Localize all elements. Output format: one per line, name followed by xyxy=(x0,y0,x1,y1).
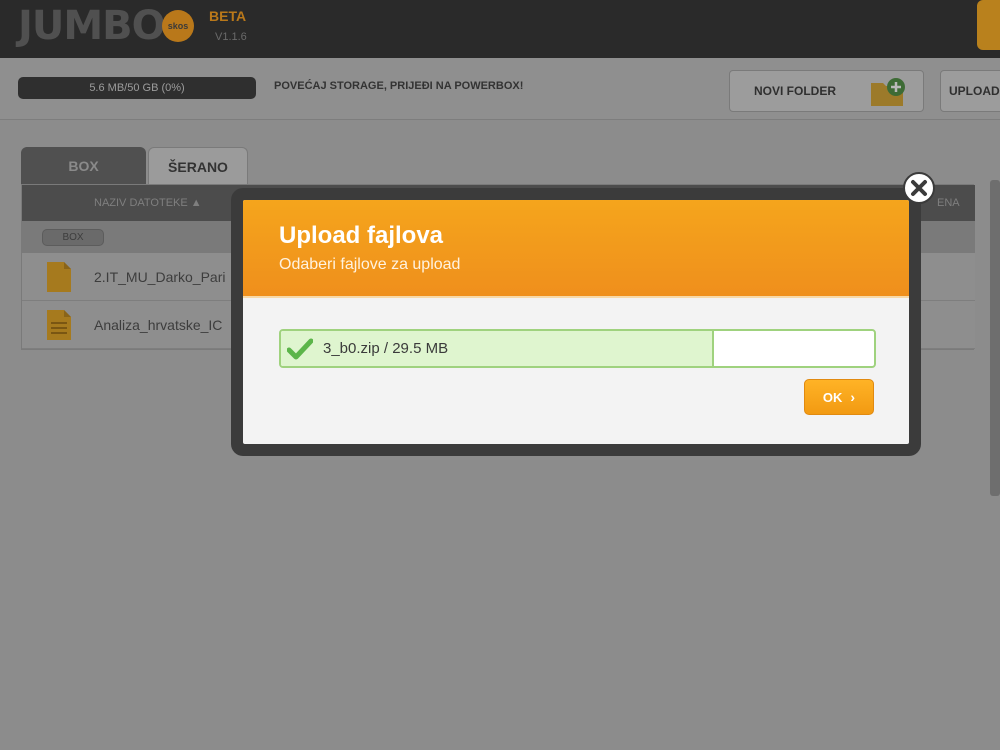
ok-button-label: OK xyxy=(822,389,843,405)
ok-button[interactable]: OK › xyxy=(804,379,874,415)
toolbar: 5.6 MB/50 GB (0%) POVEĆAJ STORAGE, PRIJE… xyxy=(0,58,1000,120)
logo-badge: skos xyxy=(162,10,194,42)
dialog-header: Upload fajlova Odaberi fajlove za upload xyxy=(243,200,909,298)
upgrade-promo-link[interactable]: POVEĆAJ STORAGE, PRIJEĐI NA POWERBOX! xyxy=(274,80,523,92)
tab-box[interactable]: BOX xyxy=(21,147,146,185)
version-label: V1.1.6 xyxy=(215,31,247,43)
column-header-name[interactable]: NAZIV DATOTEKE ▲ xyxy=(94,197,202,209)
storage-usage-text: 5.6 MB/50 GB (0%) xyxy=(89,82,185,94)
tab-bar: BOX ŠERANO xyxy=(21,147,248,185)
tab-serano[interactable]: ŠERANO xyxy=(148,147,248,185)
top-bar: JUMBO skos BETA V1.1.6 xyxy=(0,0,1000,58)
upload-progress-bar: 3_b0.zip / 29.5 MB xyxy=(279,329,876,368)
top-right-button[interactable] xyxy=(977,0,1000,50)
logo[interactable]: JUMBO skos xyxy=(18,3,194,49)
column-header-right[interactable]: ENA xyxy=(937,197,960,209)
new-folder-label: NOVI FOLDER xyxy=(754,84,837,98)
beta-label: BETA xyxy=(209,8,247,24)
file-icon xyxy=(47,262,71,292)
upload-button[interactable]: UPLOAD xyxy=(940,70,1000,112)
close-icon[interactable] xyxy=(902,171,936,205)
file-name: Analiza_hrvatske_IC xyxy=(94,317,223,333)
logo-text: JUMBO xyxy=(18,3,166,49)
upload-dialog: Upload fajlova Odaberi fajlove za upload… xyxy=(243,200,909,444)
dialog-subtitle: Odaberi fajlove za upload xyxy=(279,256,461,273)
file-name: 2.IT_MU_Darko_Pari xyxy=(94,269,226,285)
scrollbar[interactable] xyxy=(990,180,1000,496)
dialog-title: Upload fajlova xyxy=(279,222,444,249)
upload-file-label: 3_b0.zip / 29.5 MB xyxy=(323,340,449,357)
folder-add-icon xyxy=(871,78,905,106)
storage-usage-bar: 5.6 MB/50 GB (0%) xyxy=(18,77,256,99)
file-icon xyxy=(47,310,71,340)
upload-label: UPLOAD xyxy=(949,84,1000,98)
check-icon xyxy=(287,338,313,360)
breadcrumb-box[interactable]: BOX xyxy=(42,229,104,246)
chevron-right-icon: › xyxy=(850,389,856,405)
new-folder-button[interactable]: NOVI FOLDER xyxy=(729,70,924,112)
